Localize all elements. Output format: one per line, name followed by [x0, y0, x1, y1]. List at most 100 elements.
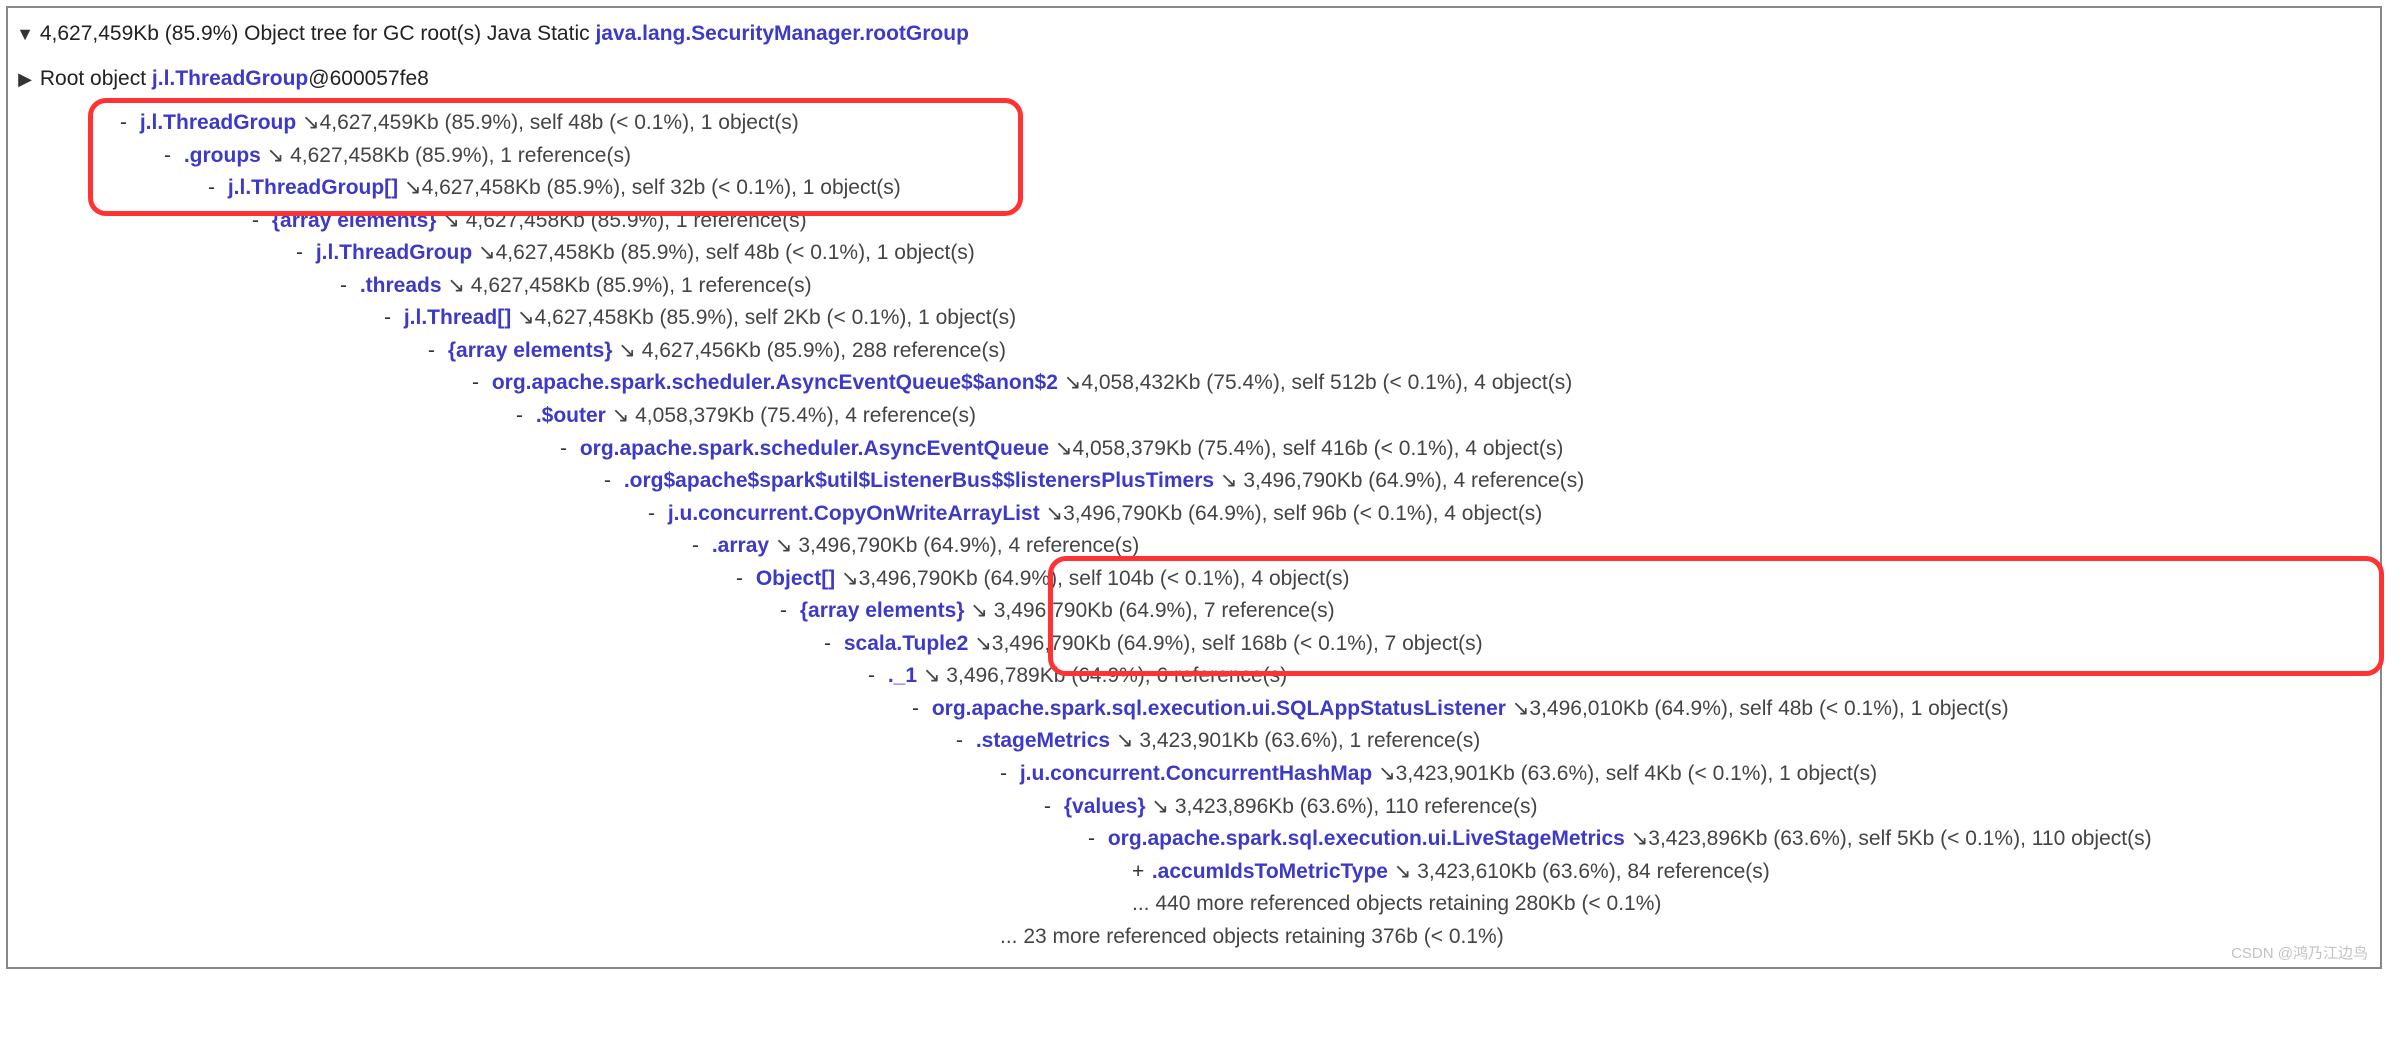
tree-row[interactable]: - .$outer ↘ 4,058,379Kb (75.4%), 4 refer… [16, 400, 2372, 433]
collapse-icon[interactable]: ▼ [16, 21, 34, 49]
header-label: Object tree for GC root(s) Java Static [244, 22, 589, 45]
node-detail: ↘ 3,496,790Kb (64.9%), 4 reference(s) [769, 534, 1139, 557]
node-name[interactable]: {values} [1064, 795, 1146, 818]
node-name[interactable]: j.u.concurrent.CopyOnWriteArrayList [668, 502, 1040, 525]
node-detail: ↘3,423,896Kb (63.6%), self 5Kb (< 0.1%),… [1625, 827, 2152, 850]
collapse-toggle[interactable]: - [648, 498, 662, 531]
node-detail: ↘ 3,423,901Kb (63.6%), 1 reference(s) [1110, 729, 1480, 752]
node-name[interactable]: j.l.ThreadGroup[] [228, 176, 398, 199]
collapse-toggle[interactable]: - [164, 140, 178, 173]
tree-row[interactable]: - ._1 ↘ 3,496,789Kb (64.9%), 6 reference… [16, 660, 2372, 693]
collapse-toggle[interactable]: - [824, 628, 838, 661]
collapse-toggle[interactable]: - [560, 433, 574, 466]
node-name[interactable]: {array elements} [272, 209, 437, 232]
collapse-toggle[interactable]: - [428, 335, 442, 368]
tree-row[interactable]: - j.l.Thread[] ↘4,627,458Kb (85.9%), sel… [16, 302, 2372, 335]
node-name[interactable]: .org$apache$spark$util$ListenerBus$$list… [624, 469, 1214, 492]
tree-row[interactable]: - .org$apache$spark$util$ListenerBus$$li… [16, 465, 2372, 498]
tree-row[interactable]: - scala.Tuple2 ↘3,496,790Kb (64.9%), sel… [16, 628, 2372, 661]
tree-row[interactable]: - {array elements} ↘ 4,627,458Kb (85.9%)… [16, 205, 2372, 238]
tree-row[interactable]: - j.l.ThreadGroup[] ↘4,627,458Kb (85.9%)… [16, 172, 2372, 205]
collapse-toggle[interactable]: - [1044, 791, 1058, 824]
collapse-toggle[interactable]: - [692, 530, 706, 563]
tree-row[interactable]: - org.apache.spark.scheduler.AsyncEventQ… [16, 367, 2372, 400]
collapse-toggle[interactable]: - [516, 400, 530, 433]
tree-row[interactable]: - .groups ↘ 4,627,458Kb (85.9%), 1 refer… [16, 140, 2372, 173]
node-detail: ↘3,496,010Kb (64.9%), self 48b (< 0.1%),… [1506, 697, 2009, 720]
node-name[interactable]: .stageMetrics [976, 729, 1110, 752]
collapse-toggle[interactable]: - [912, 693, 926, 726]
node-name[interactable]: org.apache.spark.scheduler.AsyncEventQue… [580, 437, 1049, 460]
root-class-link[interactable]: j.l.ThreadGroup [152, 67, 308, 90]
collapse-toggle[interactable]: - [736, 563, 750, 596]
collapse-toggle[interactable]: - [252, 205, 266, 238]
object-tree-panel: ▼ 4,627,459Kb (85.9%) Object tree for GC… [6, 6, 2382, 969]
tree-row[interactable]: - j.l.ThreadGroup ↘4,627,458Kb (85.9%), … [16, 237, 2372, 270]
node-detail: ↘ 3,423,896Kb (63.6%), 110 reference(s) [1146, 795, 1538, 818]
node-name[interactable]: .groups [184, 144, 261, 167]
node-detail: ↘ 3,496,790Kb (64.9%), 7 reference(s) [964, 599, 1334, 622]
node-name[interactable]: .accumIdsToMetricType [1152, 860, 1388, 883]
node-name[interactable]: scala.Tuple2 [844, 632, 969, 655]
root-object-row[interactable]: ▶ Root object j.l.ThreadGroup@600057fe8 [16, 63, 2372, 96]
collapse-toggle[interactable]: - [340, 270, 354, 303]
node-name[interactable]: Object[] [756, 567, 835, 590]
collapse-toggle[interactable]: - [956, 725, 970, 758]
tree-row[interactable]: - .threads ↘ 4,627,458Kb (85.9%), 1 refe… [16, 270, 2372, 303]
node-detail: ↘ 3,423,610Kb (63.6%), 84 reference(s) [1388, 860, 1770, 883]
node-detail: ↘4,627,458Kb (85.9%), self 48b (< 0.1%),… [472, 241, 975, 264]
node-name[interactable]: ._1 [888, 664, 917, 687]
tree-row[interactable]: - {array elements} ↘ 4,627,456Kb (85.9%)… [16, 335, 2372, 368]
node-name[interactable]: j.l.Thread[] [404, 306, 511, 329]
tree-row[interactable]: - {array elements} ↘ 3,496,790Kb (64.9%)… [16, 595, 2372, 628]
tree-row[interactable]: - {values} ↘ 3,423,896Kb (63.6%), 110 re… [16, 791, 2372, 824]
node-name[interactable]: j.l.ThreadGroup [316, 241, 472, 264]
header-row[interactable]: ▼ 4,627,459Kb (85.9%) Object tree for GC… [16, 18, 2372, 51]
node-name[interactable]: org.apache.spark.sql.execution.ui.SQLApp… [932, 697, 1506, 720]
node-name[interactable]: org.apache.spark.sql.execution.ui.LiveSt… [1108, 827, 1625, 850]
expand-toggle[interactable]: + [1132, 856, 1146, 889]
collapse-toggle[interactable]: - [868, 660, 882, 693]
tree-row[interactable]: - Object[] ↘3,496,790Kb (64.9%), self 10… [16, 563, 2372, 596]
node-detail: ↘4,627,459Kb (85.9%), self 48b (< 0.1%),… [296, 111, 799, 134]
collapse-toggle[interactable]: - [780, 595, 794, 628]
node-detail: ↘ 4,627,458Kb (85.9%), 1 reference(s) [261, 144, 631, 167]
node-name[interactable]: j.l.ThreadGroup [140, 111, 296, 134]
node-detail: ... 23 more referenced objects retaining… [1000, 925, 1504, 948]
header-root-link[interactable]: java.lang.SecurityManager.rootGroup [595, 22, 968, 45]
node-detail: ↘4,627,458Kb (85.9%), self 32b (< 0.1%),… [398, 176, 901, 199]
node-detail: ↘ 4,627,456Kb (85.9%), 288 reference(s) [612, 339, 1005, 362]
collapse-toggle[interactable]: - [120, 107, 134, 140]
tree-row[interactable]: - .stageMetrics ↘ 3,423,901Kb (63.6%), 1… [16, 725, 2372, 758]
watermark: CSDN @鸿乃江边鸟 [2231, 942, 2368, 963]
collapse-toggle[interactable]: - [1000, 758, 1014, 791]
node-name[interactable]: .array [712, 534, 769, 557]
node-name[interactable]: {array elements} [800, 599, 965, 622]
collapse-toggle[interactable]: - [604, 465, 618, 498]
root-id: @600057fe8 [308, 67, 429, 90]
collapse-toggle[interactable]: - [472, 367, 486, 400]
tree-row[interactable]: ... 440 more referenced objects retainin… [16, 888, 2372, 921]
node-name[interactable]: .threads [360, 274, 442, 297]
tree-row[interactable]: - .array ↘ 3,496,790Kb (64.9%), 4 refere… [16, 530, 2372, 563]
collapse-toggle[interactable]: - [296, 237, 310, 270]
tree-row[interactable]: + .accumIdsToMetricType ↘ 3,423,610Kb (6… [16, 856, 2372, 889]
root-label: Root object [40, 67, 146, 90]
tree-row[interactable]: - j.u.concurrent.ConcurrentHashMap ↘3,42… [16, 758, 2372, 791]
collapse-toggle[interactable]: - [208, 172, 222, 205]
node-detail: ↘ 4,627,458Kb (85.9%), 1 reference(s) [436, 209, 806, 232]
node-name[interactable]: j.u.concurrent.ConcurrentHashMap [1020, 762, 1372, 785]
node-name[interactable]: {array elements} [448, 339, 613, 362]
expand-icon[interactable]: ▶ [16, 66, 34, 94]
node-detail: ... 440 more referenced objects retainin… [1132, 892, 1661, 915]
tree-row[interactable]: - org.apache.spark.sql.execution.ui.Live… [16, 823, 2372, 856]
tree-row[interactable]: - org.apache.spark.scheduler.AsyncEventQ… [16, 433, 2372, 466]
node-name[interactable]: org.apache.spark.scheduler.AsyncEventQue… [492, 371, 1058, 394]
tree-row[interactable]: ... 23 more referenced objects retaining… [16, 921, 2372, 954]
node-name[interactable]: .$outer [536, 404, 606, 427]
tree-row[interactable]: - j.l.ThreadGroup ↘4,627,459Kb (85.9%), … [16, 107, 2372, 140]
tree-row[interactable]: - j.u.concurrent.CopyOnWriteArrayList ↘3… [16, 498, 2372, 531]
collapse-toggle[interactable]: - [384, 302, 398, 335]
tree-row[interactable]: - org.apache.spark.sql.execution.ui.SQLA… [16, 693, 2372, 726]
collapse-toggle[interactable]: - [1088, 823, 1102, 856]
